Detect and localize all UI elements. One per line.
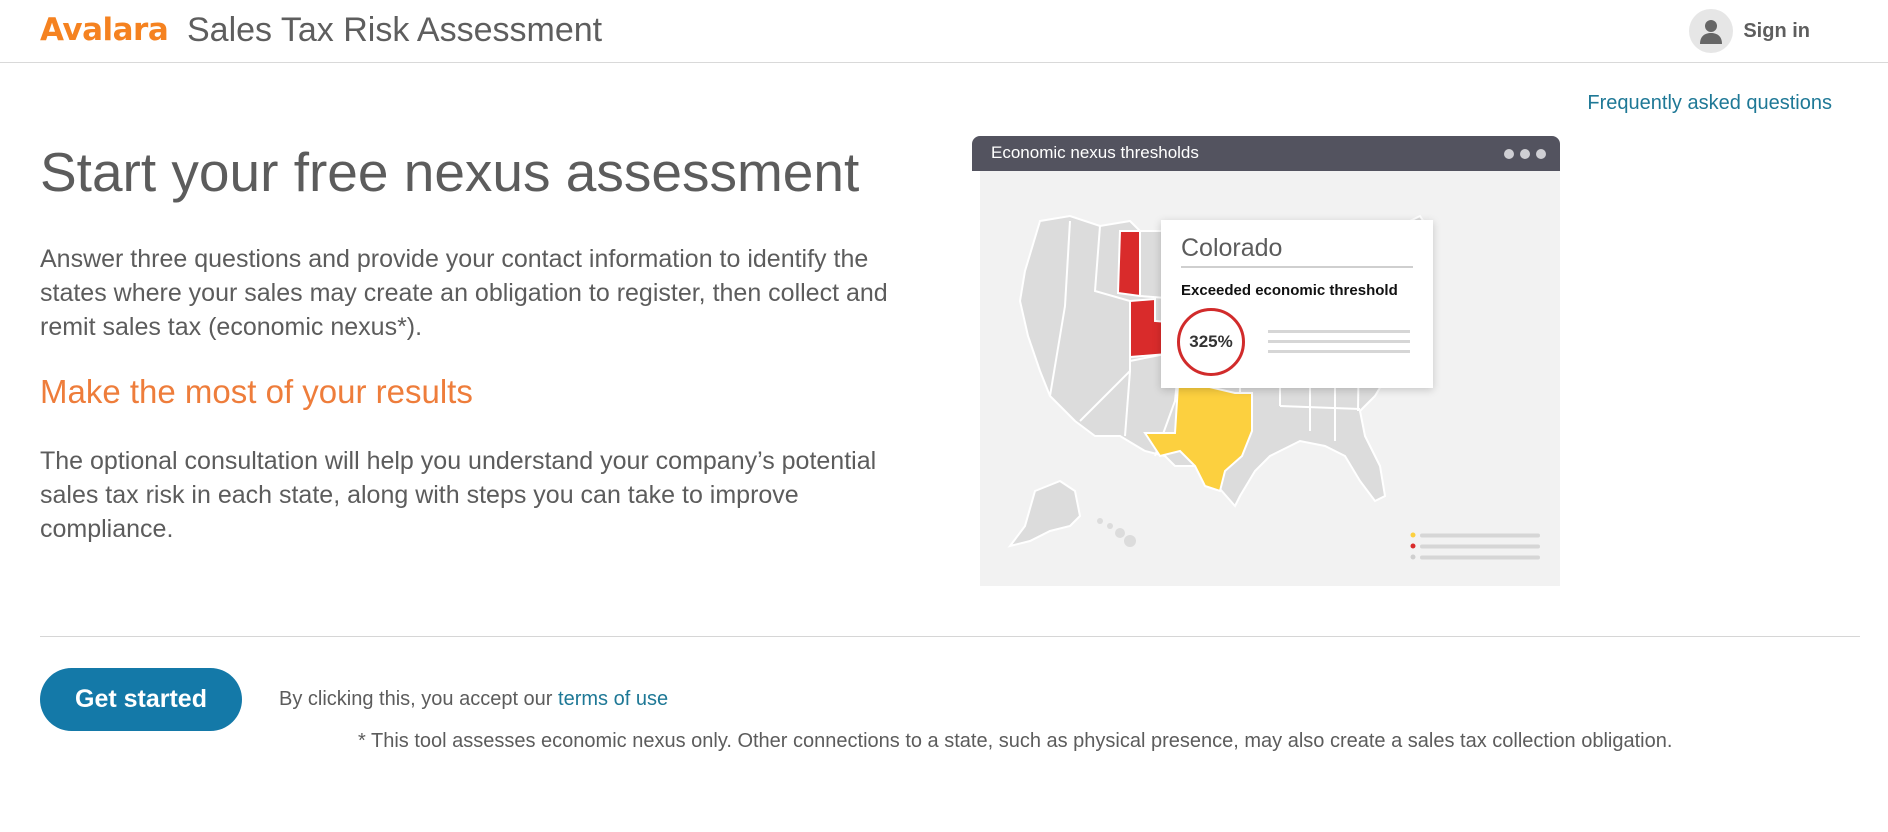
threshold-percent: 325% xyxy=(1189,332,1233,351)
terms-of-use-link[interactable]: terms of use xyxy=(558,688,668,710)
terms-notice: By clicking this, you accept our terms o… xyxy=(279,688,668,711)
illustration-window-bar: Economic nexus thresholds xyxy=(972,136,1560,171)
page-title: Start your free nexus assessment xyxy=(40,141,860,203)
results-subheading: Make the most of your results xyxy=(40,373,473,410)
popup-state-name: Colorado xyxy=(1181,234,1283,262)
threshold-percent-ring: 325% xyxy=(1177,308,1245,376)
get-started-button[interactable]: Get started xyxy=(40,668,242,731)
map-canvas: Colorado Exceeded economic threshold 325… xyxy=(980,171,1560,586)
placeholder-line xyxy=(1268,350,1410,353)
map-legend xyxy=(1410,532,1540,560)
app-title: Sales Tax Risk Assessment xyxy=(187,11,603,49)
placeholder-line xyxy=(1268,330,1410,333)
sign-in-button[interactable]: Sign in xyxy=(1689,8,1810,54)
user-avatar-icon xyxy=(1689,9,1734,53)
consultation-paragraph: The optional consultation will help you … xyxy=(40,447,877,543)
sign-in-label: Sign in xyxy=(1743,19,1810,42)
popup-divider xyxy=(1181,266,1413,268)
window-dots-icon xyxy=(1504,149,1546,159)
state-detail-card: Colorado Exceeded economic threshold 325… xyxy=(1161,220,1433,388)
section-divider xyxy=(40,636,1860,637)
top-header: Avalara Sales Tax Risk Assessment Sign i… xyxy=(0,0,1888,63)
nexus-map-illustration: Economic nexus thresholds Colorado Excee… xyxy=(972,136,1560,586)
logo-wordmark: Avalara xyxy=(40,12,169,48)
placeholder-line xyxy=(1268,340,1410,343)
avalara-logo[interactable]: Avalara xyxy=(40,12,169,48)
faq-link[interactable]: Frequently asked questions xyxy=(1587,92,1832,115)
terms-prefix: By clicking this, you accept our xyxy=(279,688,553,710)
illustration-window-title: Economic nexus thresholds xyxy=(991,143,1199,162)
economic-nexus-footnote: * This tool assesses economic nexus only… xyxy=(358,730,1673,752)
popup-status: Exceeded economic threshold xyxy=(1181,282,1398,299)
intro-paragraph: Answer three questions and provide your … xyxy=(40,245,888,341)
